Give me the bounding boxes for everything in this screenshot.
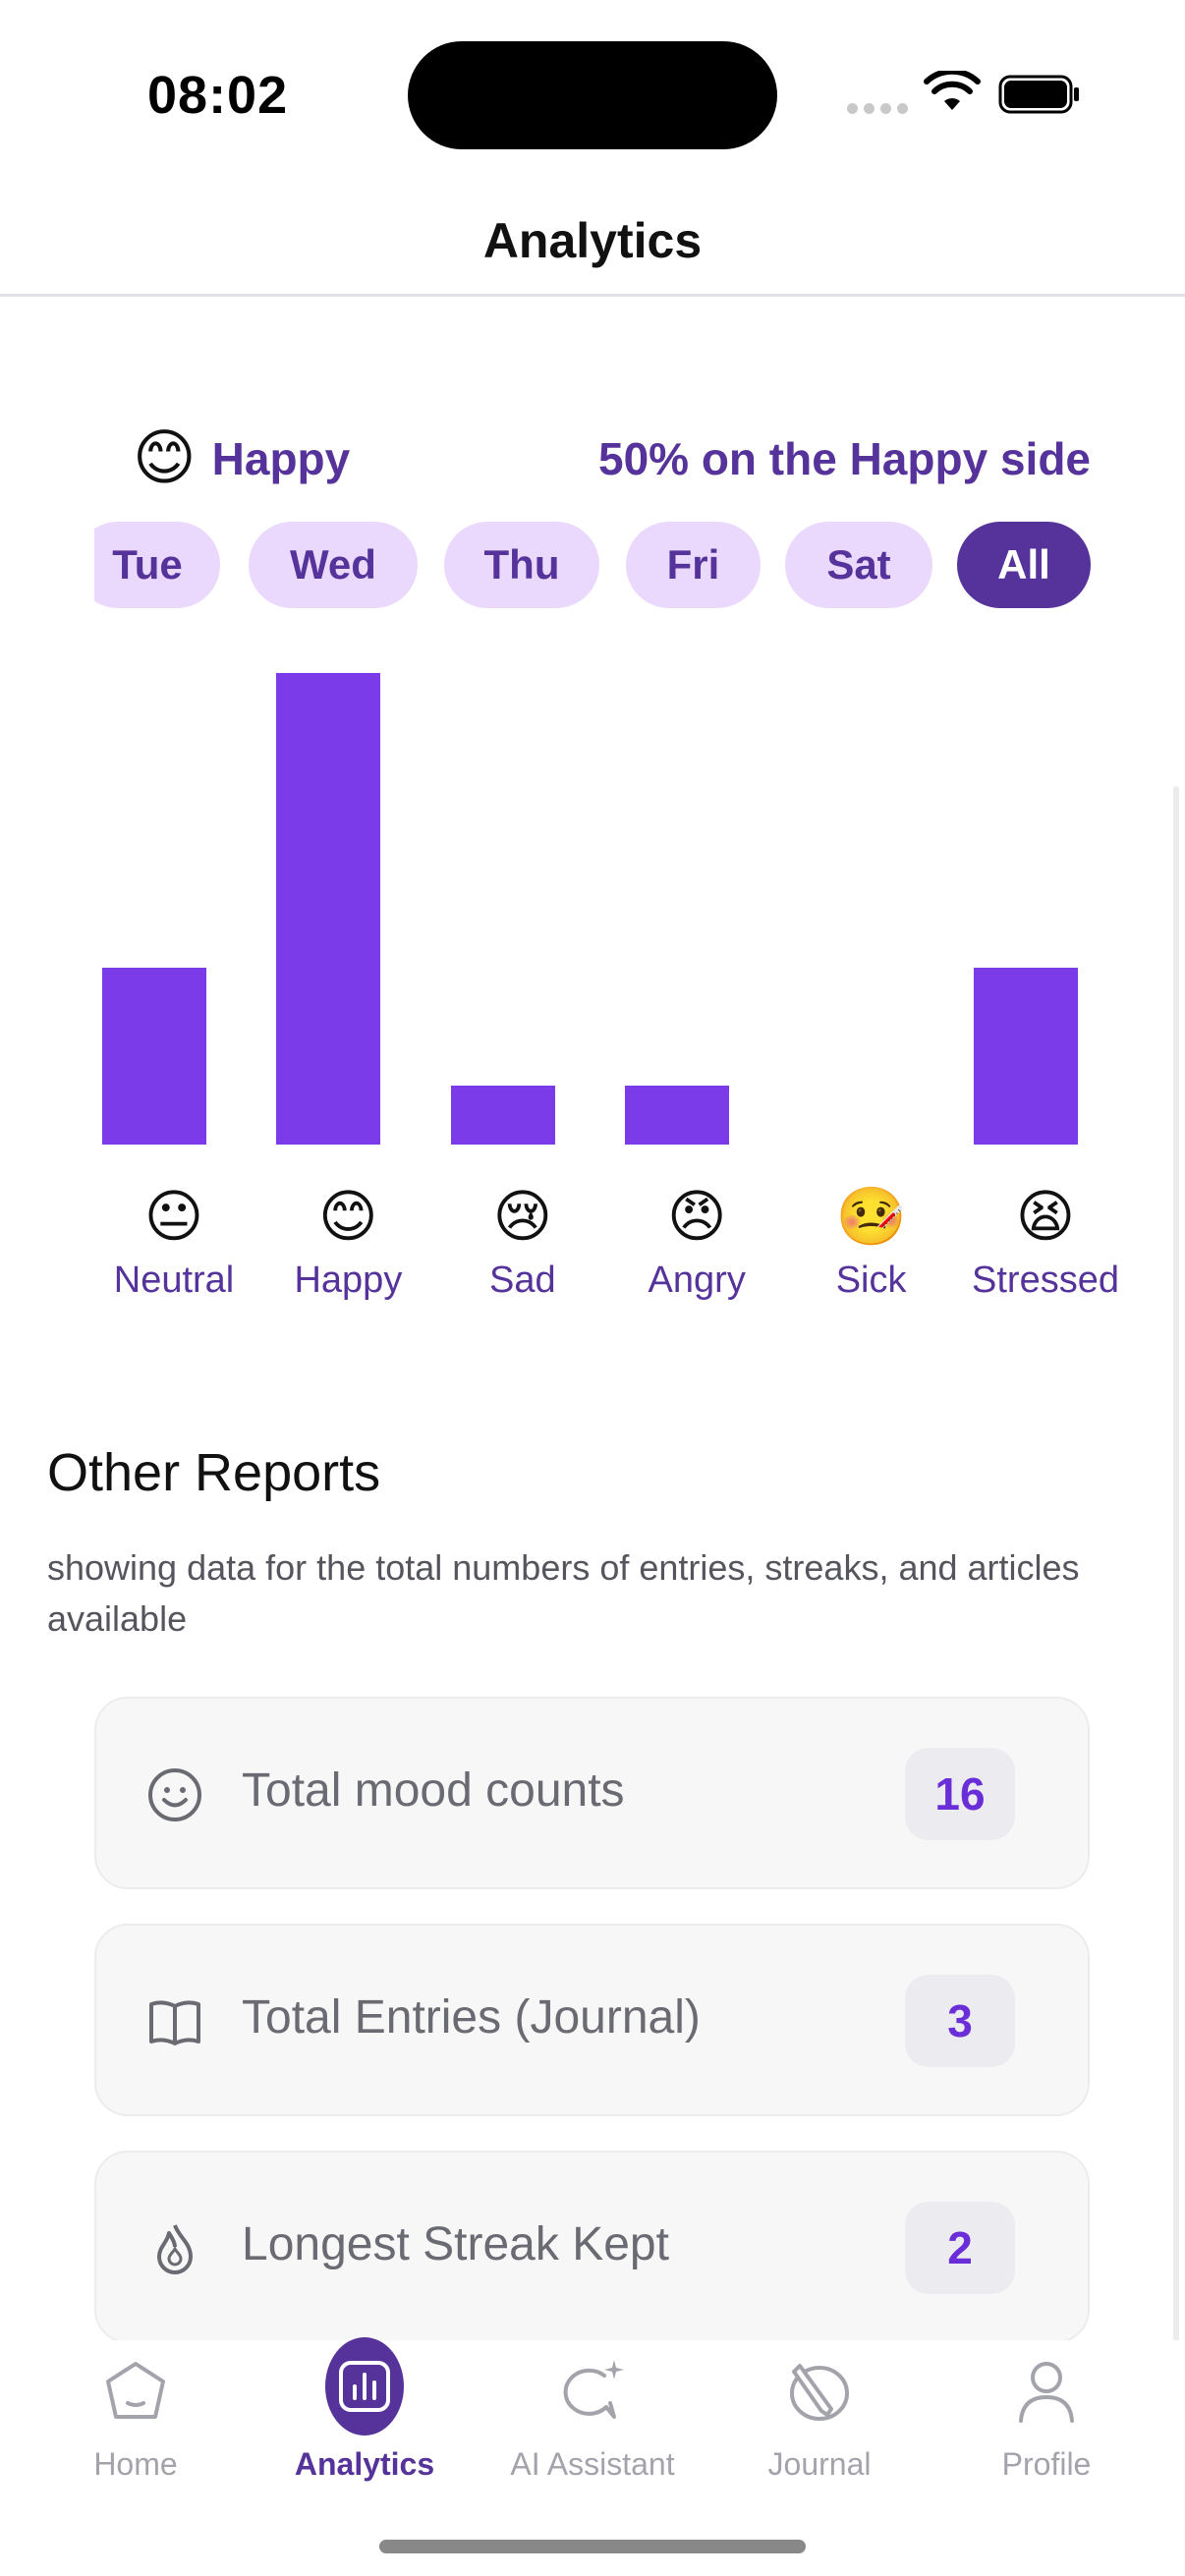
- scrollbar[interactable]: [1173, 786, 1179, 2358]
- tab-profile[interactable]: Profile: [929, 2340, 1164, 2497]
- happy-emoji-icon: 😊: [318, 1185, 378, 1249]
- report-card-journal-entries[interactable]: Total Entries (Journal) 3: [94, 1924, 1090, 2116]
- report-label: Total Entries (Journal): [242, 1991, 701, 2044]
- report-value-badge: 2: [905, 2202, 1015, 2294]
- tab-ai-assistant[interactable]: AI Assistant: [475, 2340, 710, 2497]
- book-icon: [149, 2000, 200, 2045]
- mood-summary: 😊 Happy 50% on the Happy side: [133, 424, 1091, 493]
- category-label-angry: Angry: [648, 1260, 746, 1301]
- other-reports-description: showing data for the total numbers of en…: [47, 1547, 1080, 1639]
- journal-icon: [790, 2364, 849, 2421]
- chip-sat[interactable]: Sat: [785, 522, 932, 608]
- wifi-icon: [924, 71, 981, 110]
- sick-emoji-icon: 🤒: [835, 1185, 907, 1249]
- category-label-sad: Sad: [488, 1260, 556, 1301]
- other-reports-title: Other Reports: [47, 1443, 381, 1502]
- status-bar: 08:02: [0, 0, 1185, 187]
- report-card-mood-counts[interactable]: Total mood counts 16: [94, 1697, 1090, 1889]
- neutral-emoji-icon: 😐: [143, 1185, 204, 1249]
- category-label-neutral: Neutral: [113, 1260, 235, 1301]
- angry-emoji-icon: 😠: [666, 1185, 727, 1249]
- mood-percent-text: 50% on the Happy side: [597, 433, 1091, 484]
- report-card-longest-streak[interactable]: Longest Streak Kept 2: [94, 2151, 1090, 2343]
- page-title: Analytics: [482, 213, 703, 268]
- category-label-happy: Happy: [294, 1260, 403, 1301]
- tab-label: Journal: [767, 2446, 872, 2482]
- tab-journal[interactable]: Journal: [702, 2340, 937, 2497]
- sad-emoji-icon: 😢: [492, 1185, 553, 1249]
- stressed-emoji-icon: 😫: [1015, 1185, 1076, 1249]
- home-icon: [106, 2362, 165, 2419]
- bar-sad: [450, 1086, 555, 1145]
- category-label-sick: Sick: [835, 1260, 907, 1301]
- bar-stressed: [974, 968, 1078, 1145]
- tab-analytics[interactable]: Analytics: [247, 2337, 482, 2497]
- flame-icon: [157, 2224, 193, 2274]
- chip-label: Fri: [666, 541, 720, 588]
- chip-label: Wed: [290, 541, 376, 588]
- tab-home[interactable]: Home: [18, 2340, 254, 2497]
- tab-label: Profile: [1001, 2446, 1092, 2482]
- dominant-mood-label: Happy: [211, 433, 351, 484]
- happy-emoji-icon: 😊: [133, 424, 197, 492]
- report-value-badge: 16: [905, 1748, 1015, 1840]
- chip-thu[interactable]: Thu: [444, 522, 599, 608]
- chip-label: Thu: [483, 541, 560, 588]
- chip-label: Sat: [826, 541, 891, 588]
- report-value-badge: 3: [905, 1975, 1015, 2067]
- profile-icon: [1019, 2362, 1074, 2423]
- tab-label: Home: [93, 2446, 178, 2482]
- chip-fri[interactable]: Fri: [626, 522, 761, 608]
- tab-label: Analytics: [294, 2446, 435, 2482]
- bar-neutral: [102, 968, 206, 1145]
- status-time: 08:02: [147, 66, 289, 125]
- app-header: Analytics: [0, 187, 1185, 297]
- tab-label: AI Assistant: [510, 2446, 675, 2482]
- chip-label: Tue: [112, 541, 183, 588]
- analytics-icon: [339, 2361, 390, 2412]
- day-filter-chips: Tue Wed Thu Fri Sat All: [94, 522, 1091, 610]
- smile-icon: [148, 1768, 201, 1821]
- signal-icon: [847, 103, 908, 114]
- chip-tue[interactable]: Tue: [94, 522, 220, 608]
- dynamic-island: [408, 41, 777, 149]
- chip-wed[interactable]: Wed: [249, 522, 418, 608]
- bar-angry: [625, 1086, 730, 1145]
- home-indicator: [379, 2540, 806, 2553]
- mood-bar-chart: 😐 Neutral 😊 Happy 😢 Sad 😠 Angry 🤒 Sick 😫 Stressed: [98, 648, 1119, 1316]
- battery-icon: [998, 75, 1079, 114]
- report-label: Longest Streak Kept: [242, 2218, 669, 2270]
- category-label-stressed: Stressed: [972, 1260, 1119, 1301]
- chip-label: All: [997, 541, 1050, 588]
- report-label: Total mood counts: [242, 1764, 625, 1817]
- bar-happy: [276, 673, 381, 1145]
- ai-assistant-icon: [563, 2360, 624, 2419]
- chip-all[interactable]: All: [957, 522, 1091, 608]
